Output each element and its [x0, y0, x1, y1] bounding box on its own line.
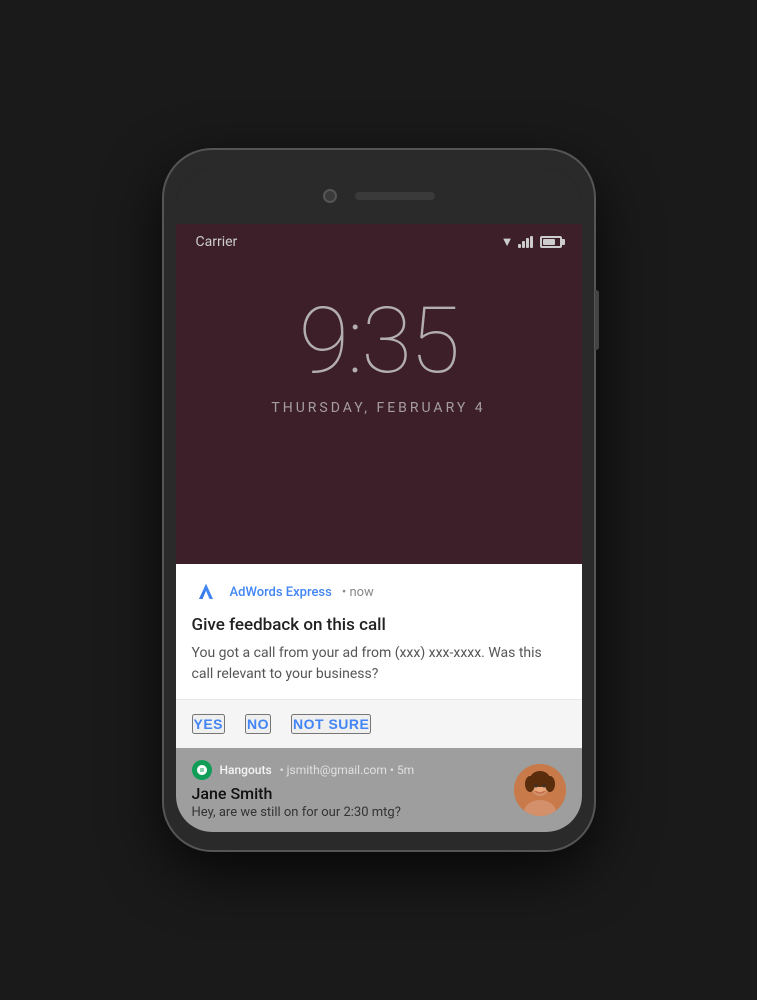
hangouts-notif-header: Hangouts • jsmith@gmail.com • 5m: [192, 760, 502, 780]
earpiece-speaker: [355, 192, 435, 200]
phone-screen: Carrier ▼: [176, 168, 582, 831]
clock-time: 9:35: [196, 296, 562, 388]
clock-date: THURSDAY, FEBRUARY 4: [196, 400, 562, 416]
hangouts-sender: Jane Smith: [192, 784, 502, 803]
hangouts-notification: Hangouts • jsmith@gmail.com • 5m Jane Sm…: [176, 748, 582, 832]
phone-device: Carrier ▼: [164, 150, 594, 849]
yes-button[interactable]: YES: [192, 714, 226, 734]
signal-icon: [518, 236, 534, 248]
hangouts-message: Hey, are we still on for our 2:30 mtg?: [192, 805, 502, 820]
hangouts-info: • jsmith@gmail.com • 5m: [280, 763, 415, 777]
avatar-image: [514, 764, 566, 816]
status-icons: ▼: [501, 234, 562, 250]
front-camera: [323, 189, 337, 203]
carrier-label: Carrier: [196, 234, 238, 250]
adwords-app-name: AdWords Express: [230, 585, 332, 600]
notif-header: AdWords Express • now: [176, 564, 582, 614]
hangouts-app-name: Hangouts: [220, 763, 272, 777]
hangouts-notif-content: Hangouts • jsmith@gmail.com • 5m Jane Sm…: [192, 760, 502, 820]
avatar: [514, 764, 566, 816]
no-button[interactable]: NO: [245, 714, 271, 734]
status-bar: Carrier ▼: [176, 224, 582, 256]
adwords-notification: AdWords Express • now Give feedback on t…: [176, 564, 582, 747]
hangouts-logo-icon: [196, 764, 208, 776]
adwords-notif-actions: YES NO NOT SURE: [176, 699, 582, 748]
adwords-notif-title: Give feedback on this call: [176, 614, 582, 642]
battery-icon: [540, 236, 562, 248]
clock-area: 9:35 THURSDAY, FEBRUARY 4: [176, 256, 582, 446]
phone-top-bar: [176, 168, 582, 224]
adwords-notif-body: You got a call from your ad from (xxx) x…: [176, 643, 582, 699]
adwords-timestamp: • now: [342, 585, 374, 600]
wifi-icon: ▼: [501, 234, 514, 250]
not-sure-button[interactable]: NOT SURE: [291, 714, 371, 734]
lock-screen: Carrier ▼: [176, 224, 582, 564]
hangouts-icon: [192, 760, 212, 780]
adwords-logo-icon: [192, 578, 220, 606]
